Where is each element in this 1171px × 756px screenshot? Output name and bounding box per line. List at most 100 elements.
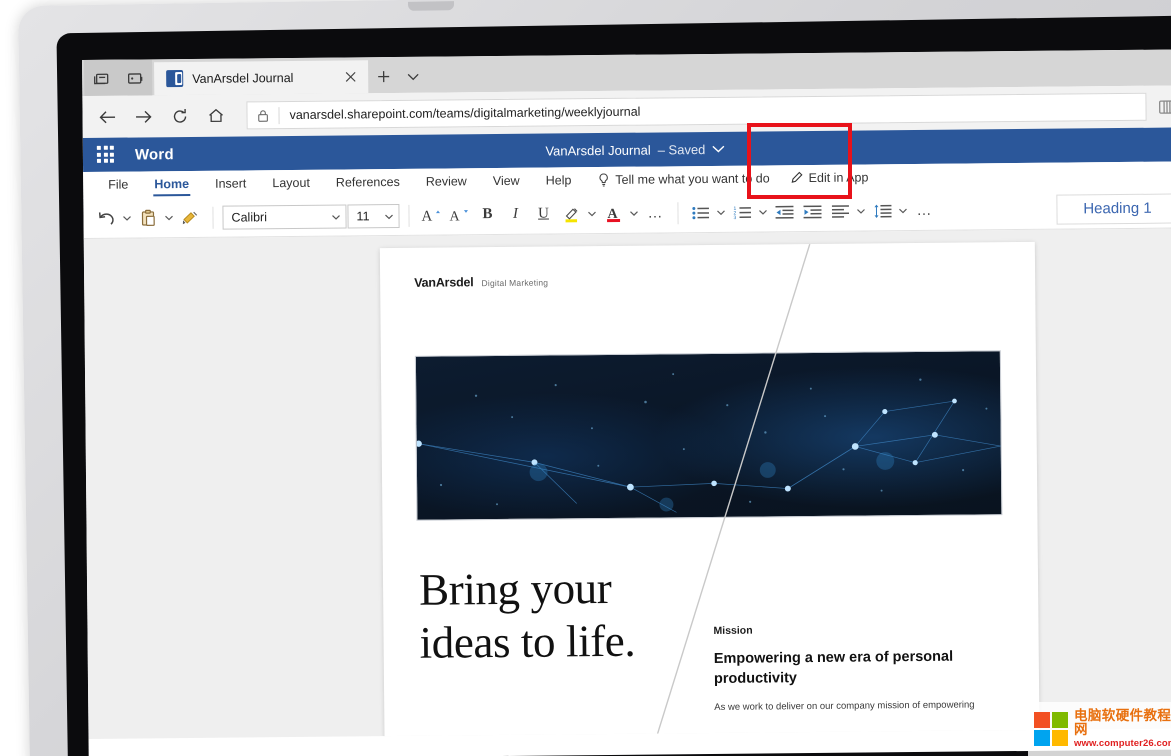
font-color-icon[interactable]: A <box>600 199 626 227</box>
font-name-combobox[interactable]: Calibri <box>222 204 346 229</box>
font-name-value: Calibri <box>231 210 267 224</box>
save-status-label: – Saved <box>658 142 706 157</box>
more-paragraph-options-button[interactable]: … <box>911 196 937 224</box>
word-favicon <box>166 70 183 87</box>
lock-icon <box>257 109 268 122</box>
document-title-group: VanArsdel Journal – Saved <box>83 137 1171 163</box>
edit-pen-icon <box>792 171 804 186</box>
chevron-down-icon[interactable] <box>712 145 725 153</box>
ribbon-tab-file[interactable]: File <box>95 174 141 195</box>
underline-button[interactable]: U <box>530 200 556 228</box>
document-page[interactable]: VanArsdel Digital Marketing <box>380 242 1040 739</box>
font-size-combobox[interactable]: 11 <box>347 203 399 227</box>
mission-body-text: As we work to deliver on our company mis… <box>714 697 1024 716</box>
style-name-label: Heading 1 <box>1083 200 1152 218</box>
chevron-down-icon <box>331 209 340 223</box>
mission-section: Mission Empowering a new era of personal… <box>713 622 1024 716</box>
chevron-down-icon[interactable] <box>715 209 727 215</box>
word-brand-label[interactable]: Word <box>135 146 174 163</box>
toolbar-divider <box>677 202 678 224</box>
increase-indent-icon[interactable] <box>799 197 825 225</box>
headline-line-1: Bring your <box>419 562 635 617</box>
toolbar-divider <box>212 206 213 228</box>
chevron-down-icon[interactable] <box>586 211 598 217</box>
ribbon-tab-home[interactable]: Home <box>141 173 202 195</box>
chevron-down-icon[interactable] <box>628 210 640 216</box>
mission-kicker: Mission <box>713 622 1023 637</box>
svg-text:A: A <box>421 209 432 224</box>
ribbon-tab-help[interactable]: Help <box>533 170 585 191</box>
refresh-icon[interactable] <box>162 99 196 133</box>
back-icon[interactable] <box>90 100 124 134</box>
lightbulb-icon <box>598 173 609 187</box>
tab-tools-group <box>84 59 152 96</box>
ribbon-tab-insert[interactable]: Insert <box>202 173 259 195</box>
address-bar[interactable]: vanarsdel.sharepoint.com/teams/digitalma… <box>246 93 1146 130</box>
chevron-down-icon[interactable] <box>897 208 909 214</box>
shrink-font-icon[interactable]: A <box>446 201 472 229</box>
browser-tab-title: VanArsdel Journal <box>192 70 331 85</box>
new-tab-icon[interactable] <box>368 60 398 93</box>
highlight-color-icon[interactable] <box>558 200 584 228</box>
chevron-down-icon[interactable] <box>163 215 175 221</box>
windows-logo-icon <box>1034 712 1068 746</box>
chevron-down-icon[interactable] <box>757 209 769 215</box>
forward-icon[interactable] <box>126 99 160 133</box>
more-font-options-button[interactable]: … <box>642 199 668 227</box>
watermark-site-name: 电脑软硬件教程网 <box>1074 709 1171 737</box>
vanarsdel-logo-text: VanArsdel <box>414 275 473 290</box>
set-tabs-aside-icon[interactable] <box>90 67 112 89</box>
ribbon-tab-view[interactable]: View <box>480 170 533 192</box>
hero-network-image <box>415 350 1003 521</box>
logo-subtitle: Digital Marketing <box>481 278 548 289</box>
tell-me-search[interactable]: Tell me what you want to do <box>598 171 769 187</box>
browser-window: VanArsdel Journal <box>82 49 1171 756</box>
tabs-you-set-aside-icon[interactable] <box>124 66 146 88</box>
paste-icon[interactable] <box>135 204 161 232</box>
undo-icon[interactable] <box>93 204 119 232</box>
bullets-icon[interactable] <box>687 198 713 226</box>
browser-tab[interactable]: VanArsdel Journal <box>154 60 368 95</box>
address-url-text: vanarsdel.sharepoint.com/teams/digitalma… <box>289 100 1135 122</box>
decrease-indent-icon[interactable] <box>771 198 797 226</box>
ribbon-tab-references[interactable]: References <box>323 171 413 193</box>
edit-in-app-label: Edit in App <box>809 170 869 185</box>
format-painter-icon[interactable] <box>177 203 203 231</box>
font-size-value: 11 <box>356 209 369 223</box>
toolbar-divider <box>408 204 409 226</box>
reading-view-icon[interactable] <box>1158 99 1171 114</box>
watermark-text: 电脑软硬件教程网 www.computer26.com <box>1074 709 1171 749</box>
address-divider <box>278 107 279 124</box>
svg-text:A: A <box>449 209 460 223</box>
grow-font-icon[interactable]: A <box>418 201 444 229</box>
app-launcher-icon[interactable] <box>97 146 115 164</box>
chevron-down-icon[interactable] <box>398 60 428 93</box>
headline-line-2: ideas to life. <box>419 615 635 670</box>
document-canvas: VanArsdel Digital Marketing <box>84 228 1171 739</box>
italic-button[interactable]: I <box>502 200 528 228</box>
chevron-down-icon <box>384 209 393 223</box>
watermark-url: www.computer26.com <box>1074 738 1171 749</box>
watermark: 电脑软硬件教程网 www.computer26.com <box>1028 702 1171 756</box>
close-icon[interactable] <box>340 67 360 87</box>
chevron-down-icon[interactable] <box>121 215 133 221</box>
numbering-icon[interactable]: 1 2 3 <box>729 198 755 226</box>
network-graphic <box>416 351 1002 520</box>
device-camera <box>408 1 454 11</box>
home-icon[interactable] <box>198 99 232 133</box>
edit-in-app-button[interactable]: Edit in App <box>792 170 869 186</box>
bold-button[interactable]: B <box>474 200 500 228</box>
tell-me-label: Tell me what you want to do <box>615 171 769 186</box>
document-logo: VanArsdel Digital Marketing <box>414 275 548 290</box>
ribbon-tab-layout[interactable]: Layout <box>259 172 323 194</box>
svg-text:3: 3 <box>733 215 736 221</box>
style-gallery-heading1[interactable]: Heading 1 <box>1056 193 1171 224</box>
screenshot-root: VanArsdel Journal <box>0 0 1171 756</box>
line-spacing-icon[interactable] <box>869 197 895 225</box>
document-title[interactable]: VanArsdel Journal <box>545 142 650 158</box>
chevron-down-icon[interactable] <box>855 208 867 214</box>
paragraph-alignment-icon[interactable] <box>827 197 853 225</box>
document-headline: Bring your ideas to life. <box>419 562 636 670</box>
mission-heading: Empowering a new era of personal product… <box>714 647 1024 689</box>
ribbon-tab-review[interactable]: Review <box>413 171 480 193</box>
